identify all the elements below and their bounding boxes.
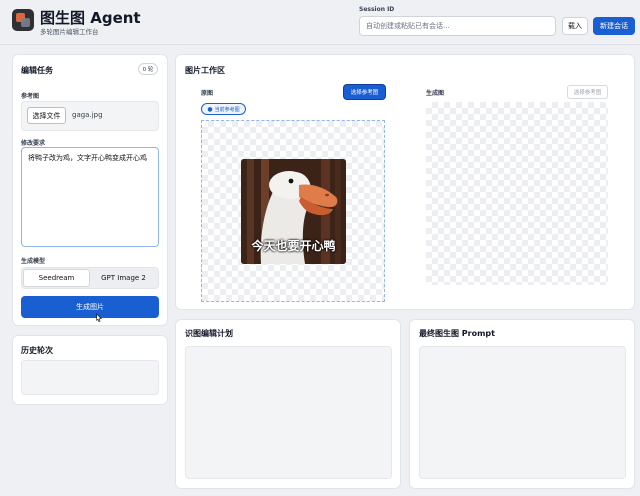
generate-image-button[interactable]: 生成图片 [21,296,159,318]
history-list [21,360,159,395]
final-prompt-content [419,346,626,479]
header-divider [0,44,640,45]
dot-icon: ● [207,105,213,113]
generated-image-label: 生成图 [426,90,445,97]
workspace-title: 图片工作区 [185,66,225,75]
session-id-label: Session ID [359,6,395,13]
model-option-gpt-image-2[interactable]: GPT Image 2 [90,269,157,287]
choose-file-button[interactable]: 选择文件 [27,107,66,124]
history-title: 历史轮次 [21,346,53,355]
mouse-pointer-icon [96,313,102,323]
reference-image-label: 参考图 [21,93,40,100]
app-logo-icon [12,9,34,31]
app-title: 图生图 Agent [40,9,141,27]
edit-requirement-textarea[interactable]: 将鸭子改为鸡，文字开心鸭变成开心鸡 [21,147,159,247]
generated-image-canvas [426,102,608,285]
model-label: 生成模型 [21,258,46,265]
image-caption-text: 今天也要开心鸭 [251,239,336,253]
selected-file-name: gaga.jpg [72,111,103,119]
session-id-input[interactable] [359,16,556,36]
round-count-badge: 0 轮 [138,63,158,75]
edit-plan-content [185,346,392,479]
new-session-button[interactable]: 新建会话 [593,17,635,35]
final-prompt-title: 最终图生图 Prompt [419,329,495,338]
original-image-label: 原图 [201,90,214,97]
original-image-duck: 今天也要开心鸭 [241,159,346,264]
select-reference-button-disabled[interactable]: 选择参考图 [567,85,608,99]
load-session-button[interactable]: 载入 [562,17,588,35]
edit-plan-title: 识图编辑计划 [185,329,233,338]
app-subtitle: 多轮图片编辑工作台 [40,28,99,36]
model-option-seedream[interactable]: Seedream [23,269,90,287]
select-reference-button[interactable]: 选择参考图 [344,85,385,99]
current-reference-text: 当前参考图 [214,106,240,113]
edit-task-title: 编辑任务 [21,66,53,75]
current-reference-badge: ● 当前参考图 [201,103,246,115]
prompt-label: 修改要求 [21,140,46,147]
